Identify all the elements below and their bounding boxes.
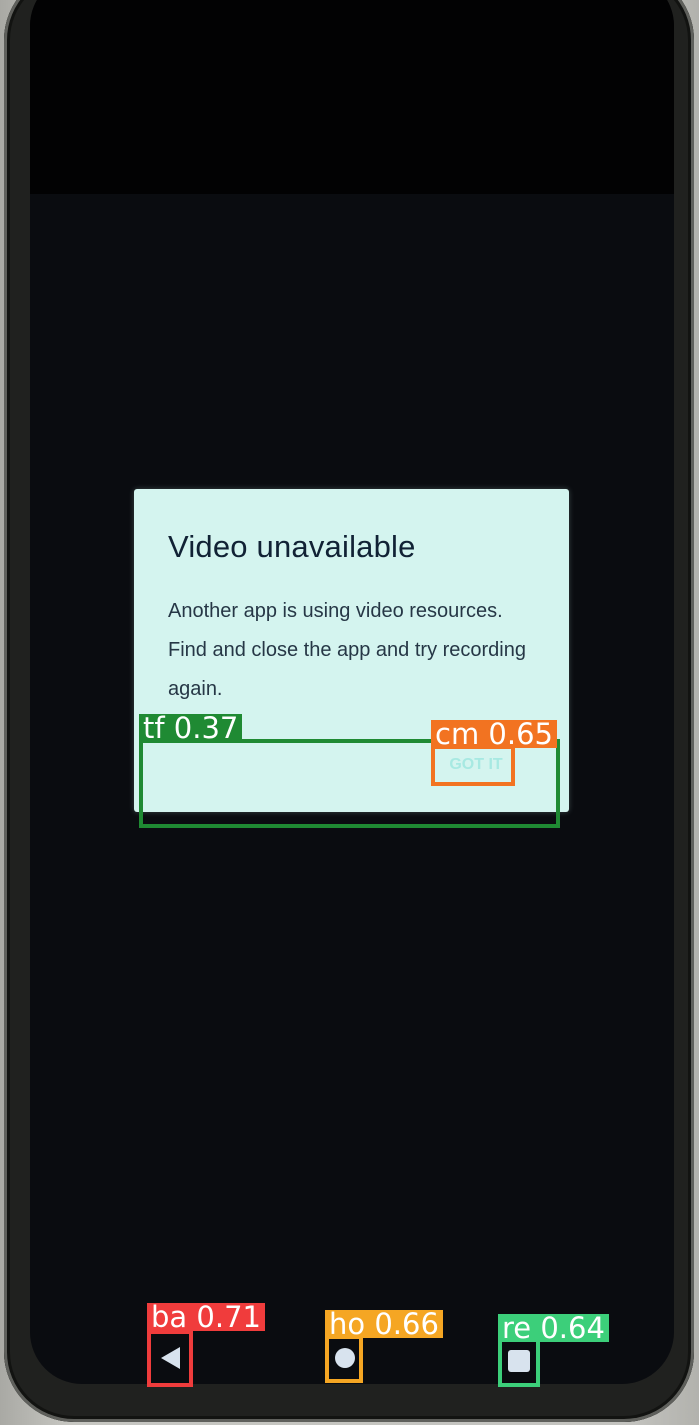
dialog-title: Video unavailable: [168, 529, 416, 564]
detection-box-ho: [325, 1335, 363, 1383]
screen-top-area: [30, 0, 674, 194]
detection-label-ho: ho 0.66: [325, 1310, 443, 1339]
detection-label-cm: cm 0.65: [431, 720, 557, 749]
detection-box-re: [498, 1338, 540, 1387]
detection-label-tf: tf 0.37: [139, 714, 243, 743]
dialog-message: Another app is using video resources. Fi…: [168, 600, 526, 700]
detection-box-cm: [431, 745, 515, 786]
detection-label-ba: ba 0.71: [147, 1303, 265, 1332]
detection-box-ba: [147, 1330, 193, 1387]
detection-label-re: re 0.64: [498, 1314, 609, 1343]
